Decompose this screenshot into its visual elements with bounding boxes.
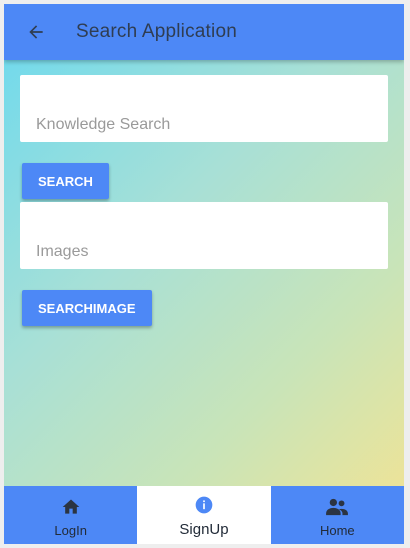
nav-item-login[interactable]: LogIn: [4, 486, 137, 544]
search-button[interactable]: Search: [22, 163, 109, 199]
home-icon: [61, 495, 81, 517]
nav-item-label: LogIn: [54, 523, 87, 538]
bottom-navigation: LogIn SignUp Home: [4, 486, 404, 544]
back-button[interactable]: [24, 20, 48, 44]
knowledge-search-field: [20, 75, 388, 142]
nav-item-label: SignUp: [179, 521, 229, 538]
people-icon: [326, 495, 349, 517]
page-title: Search Application: [76, 21, 237, 42]
nav-item-signup[interactable]: SignUp: [137, 486, 271, 544]
arrow-left-icon: [29, 25, 43, 39]
nav-item-home[interactable]: Home: [271, 486, 404, 544]
images-field: [20, 202, 388, 269]
app-screen: Search Application Search SearchImage Lo…: [4, 4, 404, 544]
info-icon: [194, 493, 214, 515]
app-bar: Search Application: [4, 4, 404, 60]
search-image-button[interactable]: SearchImage: [22, 290, 152, 326]
knowledge-search-input[interactable]: [36, 116, 372, 134]
nav-item-label: Home: [319, 523, 355, 538]
images-input[interactable]: [36, 243, 372, 261]
